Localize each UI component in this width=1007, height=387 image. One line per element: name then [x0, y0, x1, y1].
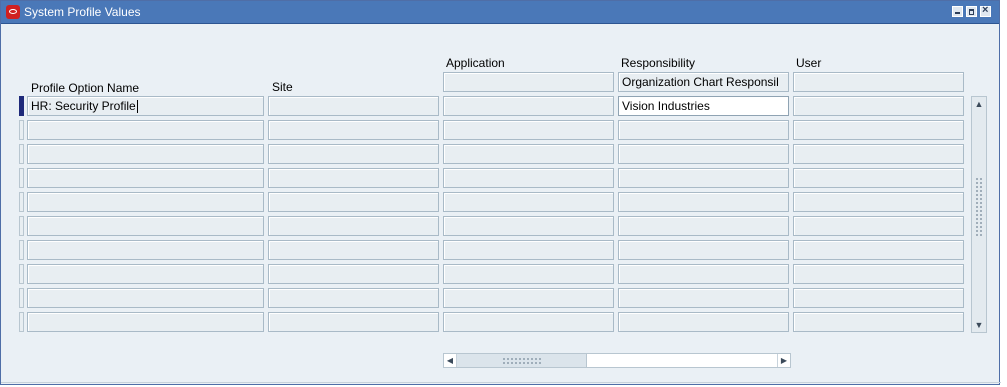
- row-indicator[interactable]: [19, 240, 24, 260]
- row-responsibility-field[interactable]: [618, 192, 789, 212]
- row-indicator[interactable]: [19, 120, 24, 140]
- header-profile-option-name: Profile Option Name: [31, 81, 140, 95]
- row-application-field[interactable]: [443, 96, 614, 116]
- row-profile-option-name-field[interactable]: [27, 192, 264, 212]
- header-site: Site: [272, 80, 293, 94]
- row-responsibility-field[interactable]: [618, 240, 789, 260]
- row-site-field[interactable]: [268, 240, 439, 260]
- row-user-field[interactable]: [793, 120, 964, 140]
- context-application-field[interactable]: [443, 72, 614, 92]
- row-profile-option-name-field[interactable]: [27, 216, 264, 236]
- row-profile-option-name-field[interactable]: [27, 120, 264, 140]
- minimize-icon[interactable]: [952, 6, 963, 17]
- arrow-up-icon[interactable]: ▲: [972, 97, 986, 111]
- row-profile-option-name-field[interactable]: [27, 312, 264, 332]
- row-indicator[interactable]: [19, 144, 24, 164]
- header-user: User: [796, 56, 822, 70]
- row-application-field[interactable]: [443, 264, 614, 284]
- text-caret: [136, 100, 138, 114]
- row-responsibility-field[interactable]: [618, 288, 789, 308]
- arrow-down-icon[interactable]: ▼: [972, 318, 986, 332]
- row-profile-option-name-field[interactable]: [27, 144, 264, 164]
- row-user-field[interactable]: [793, 288, 964, 308]
- close-icon[interactable]: [980, 4, 991, 17]
- row-application-field[interactable]: [443, 120, 614, 140]
- vertical-scrollbar[interactable]: ▲ ▼: [971, 96, 987, 333]
- scrollbar-grip[interactable]: [975, 177, 983, 237]
- row-profile-option-name-field[interactable]: [27, 240, 264, 260]
- row-site-field[interactable]: [268, 312, 439, 332]
- row-user-field[interactable]: [793, 312, 964, 332]
- arrow-left-icon[interactable]: ◀: [444, 354, 457, 367]
- row-application-field[interactable]: [443, 216, 614, 236]
- row-responsibility-field[interactable]: [618, 312, 789, 332]
- horizontal-scroll-thumb[interactable]: [457, 354, 587, 367]
- title-bar[interactable]: System Profile Values: [1, 1, 999, 24]
- context-responsibility-field[interactable]: Organization Chart Responsil: [618, 72, 789, 92]
- maximize-icon[interactable]: [966, 6, 977, 17]
- row-responsibility-field[interactable]: [618, 216, 789, 236]
- row-profile-option-name-field[interactable]: [27, 288, 264, 308]
- row-indicator[interactable]: [19, 264, 24, 284]
- row-profile-option-name-field[interactable]: [27, 168, 264, 188]
- row-user-field[interactable]: [793, 216, 964, 236]
- row-site-field[interactable]: [268, 144, 439, 164]
- row-indicator[interactable]: [19, 288, 24, 308]
- row-application-field[interactable]: [443, 312, 614, 332]
- row-site-field[interactable]: [268, 120, 439, 140]
- row-site-field[interactable]: [268, 192, 439, 212]
- oracle-logo-icon: [6, 5, 20, 19]
- row-responsibility-field[interactable]: [618, 264, 789, 284]
- row-site-field[interactable]: [268, 264, 439, 284]
- row-responsibility-field[interactable]: Vision Industries: [618, 96, 789, 116]
- context-user-field[interactable]: [793, 72, 964, 92]
- header-responsibility: Responsibility: [621, 56, 696, 70]
- row-responsibility-field[interactable]: [618, 120, 789, 140]
- row-application-field[interactable]: [443, 168, 614, 188]
- horizontal-scrollbar[interactable]: ◀ ▶: [443, 353, 791, 368]
- row-user-field[interactable]: [793, 96, 964, 116]
- row-site-field[interactable]: [268, 216, 439, 236]
- row-indicator[interactable]: [19, 312, 24, 332]
- header-application: Application: [446, 56, 505, 70]
- row-site-field[interactable]: [268, 168, 439, 188]
- row-profile-option-name-field[interactable]: HR: Security Profile: [27, 96, 264, 116]
- window-title: System Profile Values: [24, 5, 141, 19]
- scrollbar-grip: [502, 357, 542, 364]
- row-site-field[interactable]: [268, 288, 439, 308]
- row-application-field[interactable]: [443, 288, 614, 308]
- system-profile-values-window: System Profile Values Profile Option Nam…: [0, 0, 1001, 385]
- row-user-field[interactable]: [793, 264, 964, 284]
- row-profile-option-name-field[interactable]: [27, 264, 264, 284]
- row-user-field[interactable]: [793, 168, 964, 188]
- row-site-field[interactable]: [268, 96, 439, 116]
- row-responsibility-field[interactable]: [618, 168, 789, 188]
- row-user-field[interactable]: [793, 192, 964, 212]
- arrow-right-icon[interactable]: ▶: [777, 354, 790, 367]
- row-indicator[interactable]: [19, 216, 24, 236]
- row-application-field[interactable]: [443, 240, 614, 260]
- row-application-field[interactable]: [443, 192, 614, 212]
- row-user-field[interactable]: [793, 144, 964, 164]
- row-application-field[interactable]: [443, 144, 614, 164]
- row-indicator[interactable]: [19, 168, 24, 188]
- row-responsibility-field[interactable]: [618, 144, 789, 164]
- row-user-field[interactable]: [793, 240, 964, 260]
- divider: [1, 382, 1001, 383]
- row-indicator[interactable]: [19, 96, 24, 116]
- row-indicator[interactable]: [19, 192, 24, 212]
